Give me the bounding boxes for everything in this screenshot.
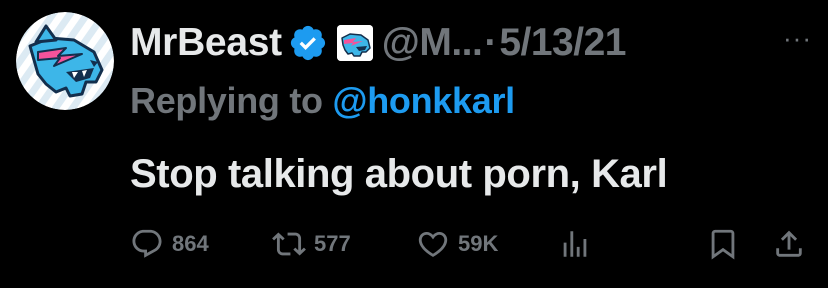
mrbeast-panther-logo: [16, 12, 114, 110]
reply-count: 864: [172, 231, 209, 256]
affiliate-badge-icon[interactable]: [336, 25, 373, 61]
tweet-text: Stop talking about porn, Karl: [130, 152, 668, 196]
reply-button[interactable]: 864: [130, 222, 209, 266]
retweet-count: 577: [314, 231, 351, 256]
share-button[interactable]: [772, 222, 806, 266]
replying-to-mention[interactable]: @honkkarl: [332, 80, 515, 121]
views-button[interactable]: [558, 222, 592, 266]
analytics-icon: [563, 231, 587, 257]
retweet-button[interactable]: 577: [272, 222, 351, 266]
verified-badge-icon[interactable]: [288, 23, 328, 63]
author-name[interactable]: MrBeast: [130, 21, 282, 65]
action-bar: 864 577 59K: [130, 222, 812, 266]
avatar[interactable]: [16, 12, 114, 110]
replying-to-line: Replying to @honkkarl: [130, 80, 515, 122]
like-button[interactable]: 59K: [416, 222, 498, 266]
share-icon: [776, 230, 802, 257]
like-count: 59K: [458, 231, 499, 256]
tweet-date[interactable]: 5/13/21: [499, 21, 626, 65]
tweet-header: MrBeast @M... · 5/13/21 ···: [130, 14, 812, 72]
retweet-icon: [272, 232, 306, 256]
author-handle[interactable]: @M...: [382, 21, 483, 65]
replying-prefix: Replying to: [130, 80, 323, 121]
more-options-button[interactable]: ···: [783, 23, 812, 54]
bookmark-button[interactable]: [706, 222, 740, 266]
reply-icon: [132, 229, 162, 258]
bookmark-icon: [711, 229, 735, 260]
heart-icon: [418, 231, 448, 257]
separator-dot: ·: [484, 21, 498, 64]
